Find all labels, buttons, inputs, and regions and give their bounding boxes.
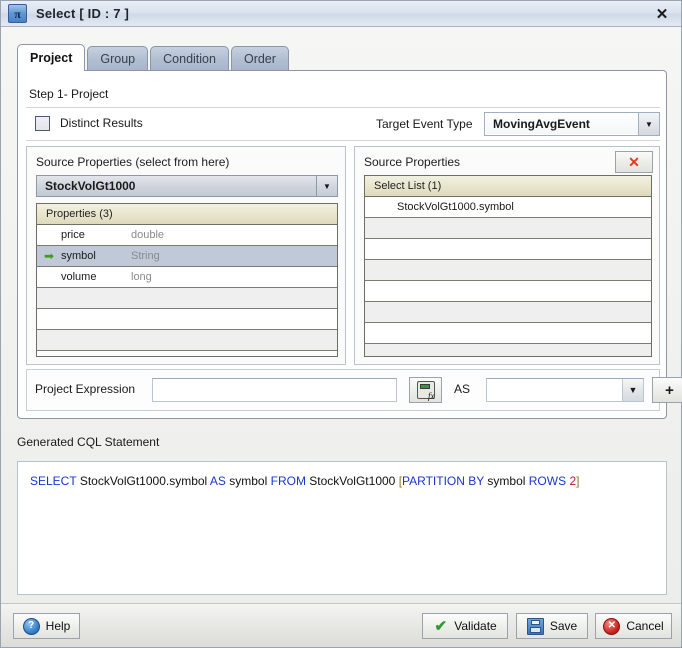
arrow-right-icon: ➡ (43, 249, 55, 263)
expression-builder-button[interactable] (409, 377, 442, 403)
chevron-down-icon[interactable]: ▼ (638, 113, 659, 135)
remove-icon[interactable]: ✕ (615, 151, 653, 173)
tab-group[interactable]: Group (87, 46, 149, 71)
select-list-grid[interactable]: Select List (1) StockVolGt1000.symbol (364, 175, 652, 357)
cql-token: FROM (270, 474, 306, 488)
project-tab-panel: Step 1- Project Distinct Results Target … (17, 70, 682, 419)
cql-token: StockVolGt1000.symbol (79, 474, 208, 488)
property-type: long (131, 271, 152, 283)
cql-token: ROWS (528, 474, 567, 488)
tab-order-label: Order (243, 52, 276, 66)
table-row-empty[interactable] (365, 344, 651, 356)
cql-token: StockVolGt1000 (309, 474, 396, 488)
as-alias-select[interactable]: ▼ (486, 378, 644, 402)
project-expression-input[interactable] (152, 378, 397, 402)
table-row-empty[interactable] (37, 330, 337, 351)
property-name: symbol (61, 250, 96, 262)
tab-project-label: Project (30, 51, 73, 65)
property-name: price (61, 229, 85, 241)
properties-grid[interactable]: Properties (3) price double ➡ symbol Str… (36, 203, 338, 357)
tab-order[interactable]: Order (230, 46, 289, 71)
as-label: AS (454, 382, 471, 396)
step-label: Step 1- Project (29, 87, 109, 101)
pi-icon: π (8, 4, 27, 23)
window-title: Select [ ID : 7 ] (36, 6, 129, 21)
cql-token: symbol (487, 474, 526, 488)
table-row[interactable]: volume long (37, 267, 337, 288)
table-row-empty[interactable] (365, 218, 651, 239)
project-expression-row: Project Expression AS ▼ + (26, 369, 682, 411)
select-list-grid-header: Select List (1) (365, 176, 651, 197)
table-row[interactable]: price double (37, 225, 337, 246)
target-event-type-value: MovingAvgEvent (493, 117, 590, 131)
select-list-value: StockVolGt1000.symbol (397, 201, 514, 213)
select-list-panel: Source Properties ✕ Select List (1) Stoc… (354, 146, 660, 365)
table-row[interactable]: StockVolGt1000.symbol (365, 197, 651, 218)
floppy-disk-icon (526, 617, 544, 635)
cql-token: PARTITION BY (402, 474, 485, 488)
cql-text: SELECT StockVolGt1000.symbol AS symbol F… (30, 474, 579, 488)
table-row-empty[interactable] (365, 239, 651, 260)
close-icon[interactable]: ✕ (649, 4, 675, 24)
table-row-empty[interactable] (365, 302, 651, 323)
cancel-button-label: Cancel (626, 619, 664, 633)
close-circle-icon: ✕ (603, 617, 621, 635)
target-event-type-select[interactable]: MovingAvgEvent ▼ (484, 112, 660, 136)
help-button[interactable]: ? Help (13, 613, 80, 639)
cql-token: SELECT (30, 474, 77, 488)
table-row-empty[interactable] (37, 288, 337, 309)
tab-project[interactable]: Project (17, 44, 86, 71)
validate-button-label: Validate (454, 619, 497, 633)
source-select[interactable]: StockVolGt1000 ▼ (36, 175, 338, 197)
check-icon: ✔ (434, 617, 448, 635)
add-expression-button[interactable]: + (652, 377, 682, 403)
generated-cql-statement: SELECT StockVolGt1000.symbol AS symbol F… (17, 461, 667, 595)
dialog-footer: ? Help ✔ Validate Save ✕ Cancel (1, 603, 681, 647)
table-row-empty[interactable] (365, 260, 651, 281)
property-type: String (131, 250, 160, 262)
cql-token: AS (209, 474, 226, 488)
title-bar: π Select [ ID : 7 ] ✕ (1, 1, 681, 27)
table-row-empty[interactable] (37, 309, 337, 330)
help-button-label: Help (45, 619, 71, 633)
cql-token: ] (576, 474, 580, 488)
source-select-value: StockVolGt1000 (45, 179, 136, 193)
tab-condition[interactable]: Condition (150, 46, 229, 71)
calculator-fx-icon (416, 381, 435, 401)
table-row-empty[interactable] (37, 351, 337, 356)
select-dialog: π Select [ ID : 7 ] ✕ Project Group Cond… (0, 0, 682, 648)
table-row-empty[interactable] (365, 281, 651, 302)
select-list-title: Source Properties (364, 155, 461, 169)
tab-group-label: Group (100, 52, 136, 66)
options-row: Distinct Results Target Event Type Movin… (26, 107, 660, 141)
source-properties-title: Source Properties (select from here) (36, 155, 230, 169)
chevron-down-icon[interactable]: ▼ (622, 379, 643, 401)
cancel-button[interactable]: ✕ Cancel (595, 613, 672, 639)
table-row-empty[interactable] (365, 323, 651, 344)
properties-grid-header: Properties (3) (37, 204, 337, 225)
cql-token: symbol (229, 474, 268, 488)
source-properties-panel: Source Properties (select from here) Sto… (26, 146, 346, 365)
property-type: double (131, 229, 165, 241)
table-row[interactable]: ➡ symbol String (37, 246, 337, 267)
project-expression-label: Project Expression (35, 382, 136, 396)
distinct-results-checkbox[interactable] (35, 116, 50, 131)
distinct-results-label: Distinct Results (60, 116, 143, 130)
save-button-label: Save (549, 619, 578, 633)
validate-button[interactable]: ✔ Validate (422, 613, 508, 639)
property-name: volume (61, 271, 97, 283)
tab-condition-label: Condition (163, 52, 216, 66)
chevron-down-icon[interactable]: ▼ (316, 176, 337, 196)
target-event-type-label: Target Event Type (376, 117, 473, 131)
save-button[interactable]: Save (516, 613, 588, 639)
generated-cql-label: Generated CQL Statement (17, 435, 160, 449)
tab-bar: Project Group Condition Order (17, 44, 291, 71)
help-icon: ? (22, 617, 40, 635)
